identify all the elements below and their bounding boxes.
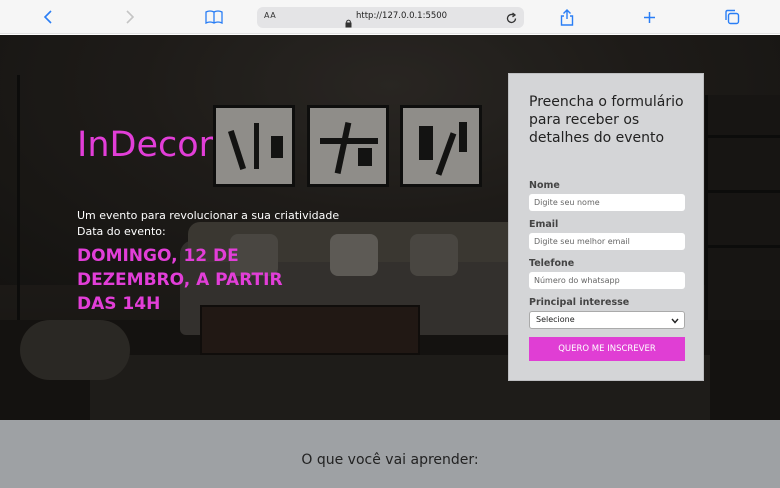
event-date-label: Data do evento: <box>77 225 166 238</box>
form-title: Preencha o formulário para receber os de… <box>529 94 684 146</box>
name-label: Nome <box>529 180 560 191</box>
share-icon[interactable] <box>555 5 579 29</box>
address-bar[interactable]: AA http://127.0.0.1:5500 <box>257 7 524 28</box>
new-tab-icon[interactable] <box>637 5 661 29</box>
hero-tagline: Um evento para revolucionar a sua criati… <box>77 209 340 222</box>
forward-icon[interactable] <box>118 5 142 29</box>
interest-select[interactable]: Selecione <box>529 311 685 329</box>
event-date-value: DOMINGO, 12 DE DEZEMBRO, A PARTIR DAS 14… <box>77 246 283 314</box>
brand-logo: InDecor <box>77 125 214 165</box>
chevron-down-icon <box>671 314 679 330</box>
interest-label: Principal interesse <box>529 297 630 308</box>
name-input[interactable] <box>529 194 685 211</box>
lock-icon <box>345 13 352 32</box>
subscribe-button[interactable]: QUERO ME INSCREVER <box>529 337 685 361</box>
registration-form: Preencha o formulário para receber os de… <box>508 73 704 381</box>
reload-icon[interactable] <box>505 10 518 29</box>
interest-selected-value: Selecione <box>536 315 575 324</box>
email-input[interactable] <box>529 233 685 250</box>
phone-input[interactable] <box>529 272 685 289</box>
email-label: Email <box>529 219 559 230</box>
browser-toolbar: AA http://127.0.0.1:5500 <box>0 0 780 34</box>
back-icon[interactable] <box>36 5 60 29</box>
book-icon[interactable] <box>202 5 226 29</box>
learn-section: O que você vai aprender: <box>0 420 780 488</box>
learn-section-heading: O que você vai aprender: <box>301 452 479 468</box>
url-text: http://127.0.0.1:5500 <box>356 11 448 21</box>
reader-text-size-icon[interactable]: AA <box>264 11 276 20</box>
tabs-overview-icon[interactable] <box>720 5 744 29</box>
phone-label: Telefone <box>529 258 575 269</box>
